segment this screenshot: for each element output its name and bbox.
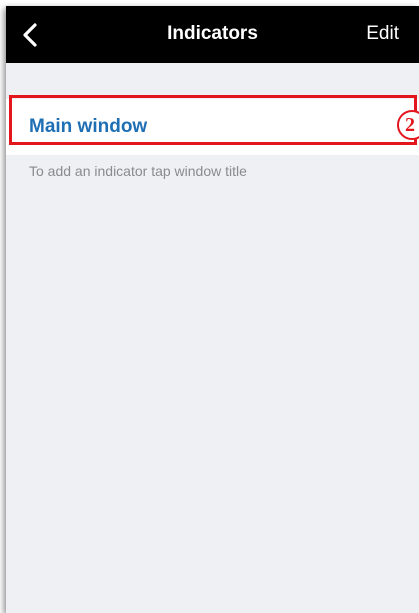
app-screen: Indicators Edit Main window To add an in… (6, 6, 419, 613)
add-indicator-hint: To add an indicator tap window title (29, 163, 247, 179)
main-window-row[interactable]: Main window (6, 99, 419, 155)
edit-button[interactable]: Edit (366, 23, 399, 45)
main-window-title[interactable]: Main window (29, 116, 147, 138)
annotation-step-badge: 2 (397, 110, 419, 140)
page-title: Indicators (167, 23, 258, 44)
navigation-bar: Indicators Edit (6, 6, 419, 63)
